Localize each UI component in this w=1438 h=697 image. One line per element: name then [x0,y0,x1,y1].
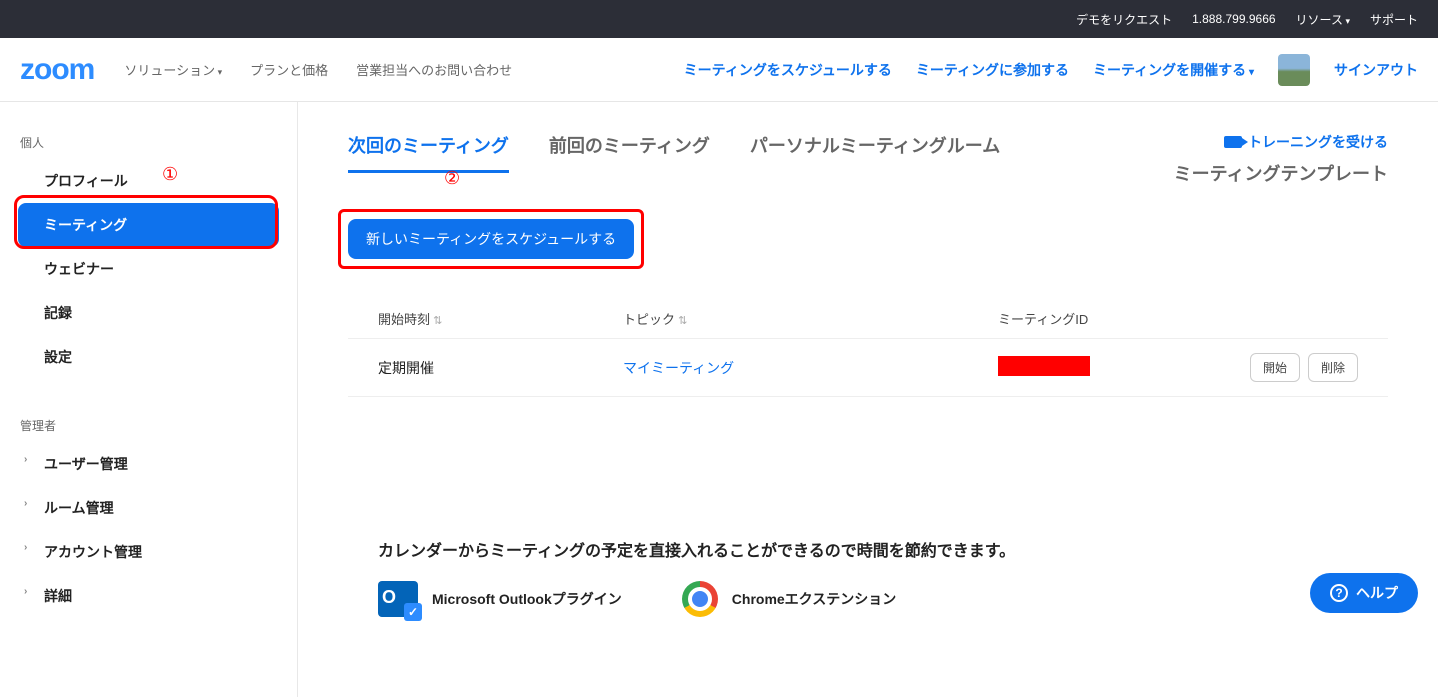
sidebar-item-user-mgmt[interactable]: ›ユーザー管理 [0,442,297,486]
nav-plans[interactable]: プランと価格 [250,60,328,79]
camera-icon [1224,136,1242,148]
tab-templates[interactable]: ミーティングテンプレート [1174,160,1388,186]
zoom-logo[interactable]: zoom [20,53,94,87]
nav-solutions[interactable]: ソリューション [124,60,222,79]
chrome-icon [682,581,718,617]
main-content: 次回のミーティング 前回のミーティング パーソナルミーティングルーム トレーニン… [298,102,1438,697]
nav-contact-sales[interactable]: 営業担当へのお問い合わせ [356,60,512,79]
schedule-meeting-link[interactable]: ミーティングをスケジュールする [684,60,892,80]
td-time: 定期開催 [378,358,623,378]
sidebar-item-label: ユーザー管理 [44,456,128,472]
chrome-extension-label: Chromeエクステンション [732,589,896,609]
sidebar-item-label: ルーム管理 [44,500,114,516]
outlook-icon [378,581,418,617]
tabs-row: 次回のミーティング 前回のミーティング パーソナルミーティングルーム トレーニン… [348,132,1388,173]
topbar: デモをリクエスト 1.888.799.9666 リソース サポート [0,0,1438,38]
schedule-new-meeting-button[interactable]: 新しいミーティングをスケジュールする [348,219,634,259]
help-button[interactable]: ? ヘルプ [1310,573,1418,613]
delete-button[interactable]: 削除 [1308,353,1358,382]
sidebar-heading-admin: 管理者 [0,409,297,442]
phone-link[interactable]: 1.888.799.9666 [1192,12,1275,26]
calendar-section: カレンダーからミーティングの予定を直接入れることができるので時間を節約できます。… [348,537,1388,617]
sidebar-item-label: 詳細 [44,588,72,604]
header: zoom ソリューション プランと価格 営業担当へのお問い合わせ ミーティングを… [0,38,1438,102]
support-link[interactable]: サポート [1370,11,1418,28]
header-actions: ミーティングをスケジュールする ミーティングに参加する ミーティングを開催する … [684,54,1418,86]
chrome-extension[interactable]: Chromeエクステンション [682,581,896,617]
sidebar-item-label: アカウント管理 [44,544,142,560]
calendar-section-title: カレンダーからミーティングの予定を直接入れることができるので時間を節約できます。 [378,537,1358,561]
demo-request-link[interactable]: デモをリクエスト [1076,11,1172,28]
outlook-plugin[interactable]: Microsoft Outlookプラグイン [378,581,622,617]
training-link[interactable]: トレーニングを受ける [1224,132,1388,152]
meeting-topic-link[interactable]: マイミーティング [623,360,734,376]
th-topic[interactable]: トピック [623,309,998,328]
outlook-plugin-label: Microsoft Outlookプラグイン [432,589,622,609]
sidebar-heading-personal: 個人 [0,126,297,159]
primary-nav: ソリューション プランと価格 営業担当へのお問い合わせ [124,60,512,79]
sidebar: 個人 プロフィール ミーティング ウェビナー 記録 設定 管理者 ›ユーザー管理… [0,102,298,697]
resources-dropdown[interactable]: リソース [1296,11,1350,28]
table-header: 開始時刻 トピック ミーティングID [348,299,1388,339]
sidebar-item-settings[interactable]: 設定 [0,335,297,379]
tab-upcoming[interactable]: 次回のミーティング [348,132,509,173]
signout-link[interactable]: サインアウト [1334,60,1418,80]
table-row: 定期開催 マイミーティング 開始 削除 [348,339,1388,397]
host-meeting-dropdown[interactable]: ミーティングを開催する [1093,60,1254,80]
start-button[interactable]: 開始 [1250,353,1300,382]
sidebar-item-profile[interactable]: プロフィール [0,159,297,203]
meeting-id-redacted [998,356,1090,376]
th-meeting-id: ミーティングID [998,309,1358,328]
help-label: ヘルプ [1356,583,1398,603]
tab-personal-room[interactable]: パーソナルミーティングルーム [750,132,1000,170]
sidebar-item-recording[interactable]: 記録 [0,291,297,335]
join-meeting-link[interactable]: ミーティングに参加する [916,60,1069,80]
help-icon: ? [1330,584,1348,602]
sidebar-item-webinar[interactable]: ウェビナー [0,247,297,291]
avatar[interactable] [1278,54,1310,86]
sidebar-item-advanced[interactable]: ›詳細 [0,574,297,618]
sidebar-item-account-mgmt[interactable]: ›アカウント管理 [0,530,297,574]
training-label: トレーニングを受ける [1248,132,1388,152]
sidebar-item-meeting[interactable]: ミーティング [18,203,279,247]
th-start-time[interactable]: 開始時刻 [378,309,623,328]
sidebar-item-room-mgmt[interactable]: ›ルーム管理 [0,486,297,530]
tab-previous[interactable]: 前回のミーティング [549,132,710,170]
